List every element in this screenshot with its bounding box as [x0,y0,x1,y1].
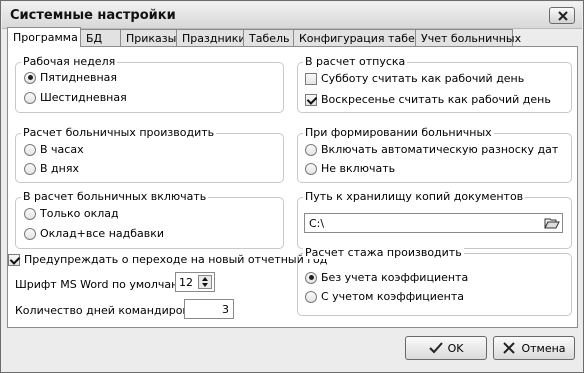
backup-path-input[interactable]: C:\ [304,213,563,233]
settings-dialog: Системные настройки Программа БД Приказы… [0,0,584,373]
radio-salary-bonuses-label: Оклад+все надбавки [40,227,165,240]
sick-include-group [15,197,284,249]
radio-with-coefficient[interactable]: С учетом коэффициента [305,290,464,303]
radio-five-day-indicator[interactable] [24,71,36,84]
tab-holidays[interactable]: Праздники [176,29,246,47]
radio-days-label: В днях [40,162,79,175]
radio-no-coefficient-indicator[interactable] [305,271,317,284]
cancel-button[interactable]: Отмена [493,336,575,360]
radio-auto-dates-label: Включать автоматическую разноску дат [321,143,559,156]
backup-path-label: Путь к хранилищу копий документов [303,190,526,203]
radio-salary-bonuses[interactable]: Оклад+все надбавки [24,227,164,240]
radio-hours-label: В часах [40,143,84,156]
seniority-group [297,253,572,316]
trip-days-label: Количество дней командировки [15,304,203,317]
radio-hours[interactable]: В часах [24,143,84,156]
tab-timesheet[interactable]: Табель [243,29,294,47]
tab-sick-leave[interactable]: Учет больничных [415,29,521,47]
radio-days-indicator[interactable] [24,162,36,175]
work-week-group [15,62,284,113]
radio-no-include-label: Не включать [321,162,396,175]
font-size-label: Шрифт MS Word по умолчанию [15,278,195,291]
sunday-label: Воскресенье считать как рабочий день [321,93,551,106]
saturday-label: Субботу считать как рабочий день [321,72,525,85]
spin-updown-icon[interactable] [198,275,212,289]
radio-with-coefficient-label: С учетом коэффициента [321,290,464,303]
radio-six-day[interactable]: Шестидневная [24,91,127,104]
radio-no-include[interactable]: Не включать [305,162,395,175]
radio-salary-only-indicator[interactable] [24,207,36,220]
radio-no-coefficient-label: Без учета коэффициента [321,271,469,284]
radio-salary-only[interactable]: Только оклад [24,207,119,220]
radio-six-day-indicator[interactable] [24,91,36,104]
font-size-spinner[interactable]: 12 [175,272,215,292]
window-title: Системные настройки [10,8,176,23]
title-bar: Системные настройки [2,2,582,29]
saturday-checkbox[interactable]: Субботу считать как рабочий день [305,72,524,85]
radio-auto-dates[interactable]: Включать автоматическую разноску дат [305,143,558,156]
sick-form-group [297,133,572,183]
cross-icon [503,342,516,354]
radio-salary-only-label: Только оклад [40,207,119,220]
warn-new-year-checkbox[interactable]: Предупреждать о переходе на новый отчетн… [8,253,327,266]
checkmark-icon [428,342,443,354]
folder-open-icon[interactable] [544,216,560,230]
font-size-value: 12 [179,276,193,289]
cancel-label: Отмена [521,341,566,355]
sick-calc-group [15,133,284,183]
sick-form-label: При формировании больничных [303,126,494,139]
radio-hours-indicator[interactable] [24,143,36,156]
radio-six-day-label: Шестидневная [40,91,127,104]
seniority-label: Расчет стажа производить [303,246,464,259]
backup-path-value: C:\ [309,217,325,230]
radio-five-day-label: Пятидневная [40,71,118,84]
tab-program[interactable]: Программа [7,27,81,47]
ok-button[interactable]: OK [405,336,487,360]
sick-calc-label: Расчет больничных производить [21,126,217,139]
tab-orders[interactable]: Приказы [120,29,177,47]
tab-db[interactable]: БД [80,29,121,47]
close-icon [558,11,568,21]
warn-new-year-check-indicator[interactable] [8,253,20,266]
radio-days[interactable]: В днях [24,162,79,175]
sunday-checkbox[interactable]: Воскресенье считать как рабочий день [305,93,551,106]
radio-auto-dates-indicator[interactable] [305,143,317,156]
radio-salary-bonuses-indicator[interactable] [24,227,36,240]
close-button[interactable] [549,7,575,24]
radio-no-include-indicator[interactable] [305,162,317,175]
tab-timesheet-config[interactable]: Конфигурация табеля [293,29,428,47]
radio-with-coefficient-indicator[interactable] [305,290,317,303]
saturday-check-indicator[interactable] [305,72,317,85]
trip-days-value: 3 [222,303,229,316]
vacation-label: В расчет отпуска [303,55,408,68]
sick-include-label: В расчет больничных включать [21,190,209,203]
tab-panel: Рабочая неделя Пятидневная Шестидневная … [7,46,578,328]
radio-no-coefficient[interactable]: Без учета коэффициента [305,271,468,284]
radio-five-day[interactable]: Пятидневная [24,71,117,84]
work-week-label: Рабочая неделя [21,55,118,68]
trip-days-input[interactable]: 3 [184,299,234,319]
warn-new-year-label: Предупреждать о переходе на новый отчетн… [24,253,328,266]
ok-label: OK [447,341,464,355]
sunday-check-indicator[interactable] [305,93,317,106]
